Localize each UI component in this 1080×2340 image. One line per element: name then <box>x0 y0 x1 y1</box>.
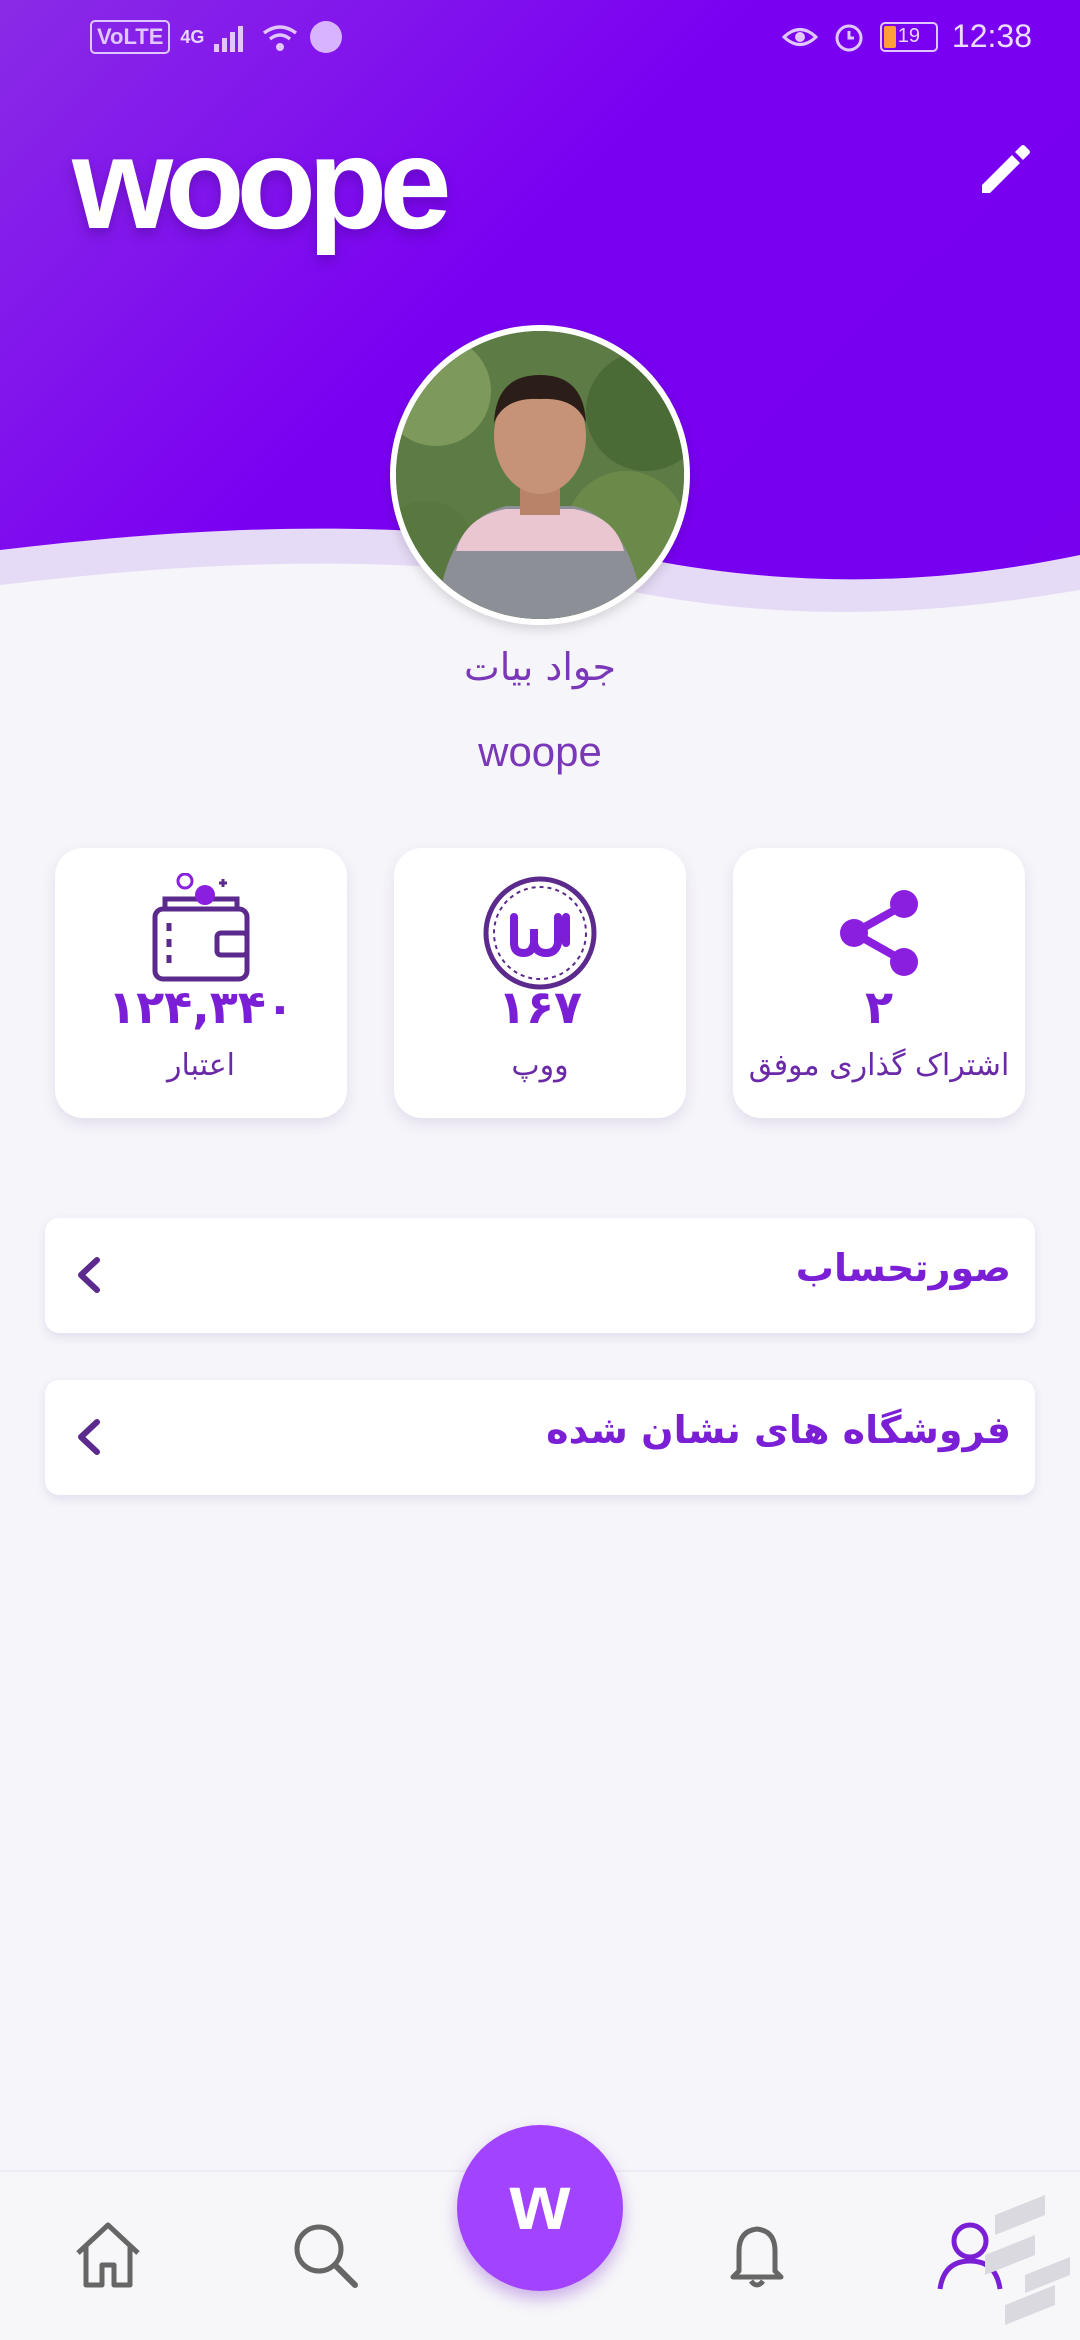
profile-username: woope <box>478 728 602 775</box>
menu-item-label: صورتحساب <box>795 1246 1011 1290</box>
share-icon <box>733 868 1025 998</box>
woope-coin-icon <box>394 868 686 998</box>
nav-home[interactable] <box>68 2215 148 2295</box>
wallet-icon <box>55 868 347 998</box>
eye-icon <box>781 27 818 46</box>
woope-label: ووپ <box>511 1048 569 1083</box>
woope-value: ۱۶۷ <box>497 980 583 1034</box>
signal-icon <box>214 26 244 52</box>
network-type: 4G <box>180 26 205 47</box>
chevron-left-icon <box>78 1419 100 1455</box>
shares-value: ۲ <box>864 980 894 1034</box>
search-icon <box>294 2224 358 2288</box>
profile-name: جواد بیات <box>463 645 617 689</box>
credit-value: ۱۲۴,۳۴۰ <box>108 980 294 1034</box>
status-time: 12:38 <box>951 18 1032 54</box>
status-left: VoLTE 4G <box>90 20 343 54</box>
home-icon <box>76 2222 140 2288</box>
alarm-icon <box>835 24 863 51</box>
menu-item-invoice[interactable]: صورتحساب <box>45 1218 1035 1333</box>
status-right: 19 12:38 <box>781 18 1032 55</box>
credit-label: اعتبار <box>167 1048 235 1083</box>
avatar[interactable] <box>390 325 690 625</box>
volte-badge: VoLTE <box>90 20 171 54</box>
menu-item-label: فروشگاه های نشان شده <box>546 1408 1011 1452</box>
notification-dot <box>310 21 343 53</box>
pencil-icon <box>982 145 1030 193</box>
wifi-icon <box>263 25 298 51</box>
nav-search[interactable] <box>285 2215 365 2295</box>
woope-fab-button[interactable]: w <box>457 2125 623 2291</box>
fab-glyph: w <box>509 2157 571 2246</box>
stat-card-shares[interactable]: ۲ اشتراک گذاری موفق <box>733 848 1025 1118</box>
profile-photo <box>396 331 684 619</box>
battery-indicator: 19 <box>879 21 938 52</box>
stat-card-credit[interactable]: ۱۲۴,۳۴۰ اعتبار <box>55 848 347 1118</box>
chevron-left-icon <box>78 1257 100 1293</box>
status-bar: VoLTE 4G 19 12:38 <box>0 0 1080 84</box>
bell-icon <box>730 2226 784 2288</box>
app-logo: woope <box>72 110 452 256</box>
nav-notifications[interactable] <box>717 2215 797 2295</box>
shares-label: اشتراک گذاری موفق <box>748 1048 1010 1083</box>
stat-card-woope[interactable]: ۱۶۷ ووپ <box>394 848 686 1118</box>
store-watermark-icon <box>985 2195 1070 2325</box>
menu-item-bookmarked-shops[interactable]: فروشگاه های نشان شده <box>45 1380 1035 1495</box>
edit-profile-button[interactable] <box>970 135 1040 205</box>
